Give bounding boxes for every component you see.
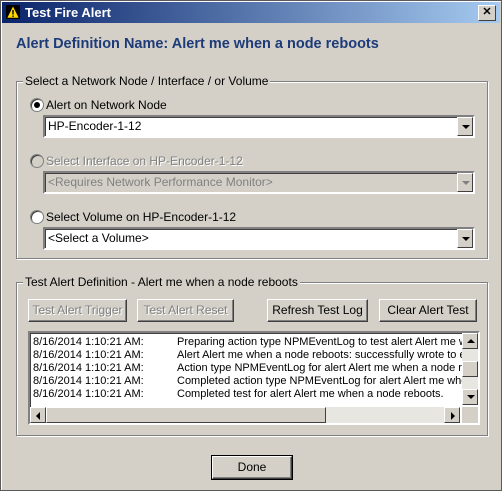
test-alert-reset-button: Test Alert Reset (137, 299, 234, 322)
scroll-left-button[interactable] (30, 407, 46, 423)
clear-alert-test-button[interactable]: Clear Alert Test (379, 299, 477, 322)
scroll-corner (462, 407, 478, 423)
volume-value: <Select a Volume> (48, 231, 149, 245)
chevron-up-icon (467, 339, 475, 343)
refresh-test-log-button[interactable]: Refresh Test Log (267, 299, 368, 322)
horizontal-scroll-thumb[interactable] (46, 407, 326, 423)
warning-triangle-icon (6, 5, 20, 19)
chevron-down-icon (457, 173, 473, 192)
close-icon: ✕ (482, 6, 492, 18)
alert-definition-heading: Alert Definition Name: Alert me when a n… (16, 36, 379, 52)
done-button[interactable]: Done (211, 455, 293, 480)
interface-value: <Requires Network Performance Monitor> (48, 175, 273, 189)
radio-interface (30, 154, 44, 168)
log-message: Alert Alert me when a node reboots: succ… (177, 349, 472, 361)
log-time: 8/16/2014 1:10:21 AM: (33, 349, 144, 361)
test-fire-alert-dialog: Test Fire Alert ✕ Alert Definition Name:… (0, 0, 502, 491)
radio-volume-label: Select Volume on HP-Encoder-1-12 (46, 210, 237, 224)
scroll-up-button[interactable] (462, 333, 478, 349)
window-title: Test Fire Alert (25, 5, 111, 20)
scroll-down-button[interactable] (462, 389, 478, 405)
log-time: 8/16/2014 1:10:21 AM: (33, 388, 144, 400)
log-time: 8/16/2014 1:10:21 AM: (33, 375, 144, 387)
log-message: Completed test for alert Alert me when a… (177, 388, 444, 400)
log-message: Preparing action type NPMEventLog to tes… (177, 336, 467, 348)
network-node-value: HP-Encoder-1-12 (48, 119, 142, 133)
chevron-down-icon (467, 395, 475, 399)
log-message: Action type NPMEventLog for alert Alert … (177, 362, 469, 374)
chevron-down-icon[interactable] (457, 229, 473, 248)
test-alert-trigger-button: Test Alert Trigger (28, 299, 127, 322)
scroll-right-button[interactable] (444, 407, 460, 423)
test-group-title: Test Alert Definition - Alert me when a … (23, 275, 300, 289)
network-node-dropdown[interactable]: HP-Encoder-1-12 (43, 115, 475, 138)
radio-network-node[interactable] (30, 98, 44, 112)
log-time: 8/16/2014 1:10:21 AM: (33, 362, 144, 374)
close-button[interactable]: ✕ (478, 5, 496, 21)
radio-interface-label: Select Interface on HP-Encoder-1-12 (46, 154, 243, 168)
vertical-scrollbar[interactable] (462, 333, 478, 405)
horizontal-scrollbar[interactable] (30, 407, 460, 423)
radio-volume[interactable] (30, 210, 44, 224)
title-bar[interactable]: Test Fire Alert ✕ (2, 2, 500, 23)
radio-network-node-label: Alert on Network Node (46, 98, 167, 112)
chevron-down-icon[interactable] (457, 117, 473, 136)
select-group-title: Select a Network Node / Interface / or V… (23, 74, 271, 88)
log-message: Completed action type NPMEventLog for al… (177, 375, 468, 387)
volume-dropdown[interactable]: <Select a Volume> (43, 227, 475, 250)
chevron-right-icon (451, 412, 455, 420)
chevron-left-icon (36, 412, 40, 420)
interface-dropdown: <Requires Network Performance Monitor> (43, 171, 475, 194)
vertical-scroll-thumb[interactable] (462, 361, 478, 377)
log-time: 8/16/2014 1:10:21 AM: (33, 336, 144, 348)
test-log-list[interactable]: 8/16/2014 1:10:21 AM: Preparing action t… (28, 331, 480, 425)
